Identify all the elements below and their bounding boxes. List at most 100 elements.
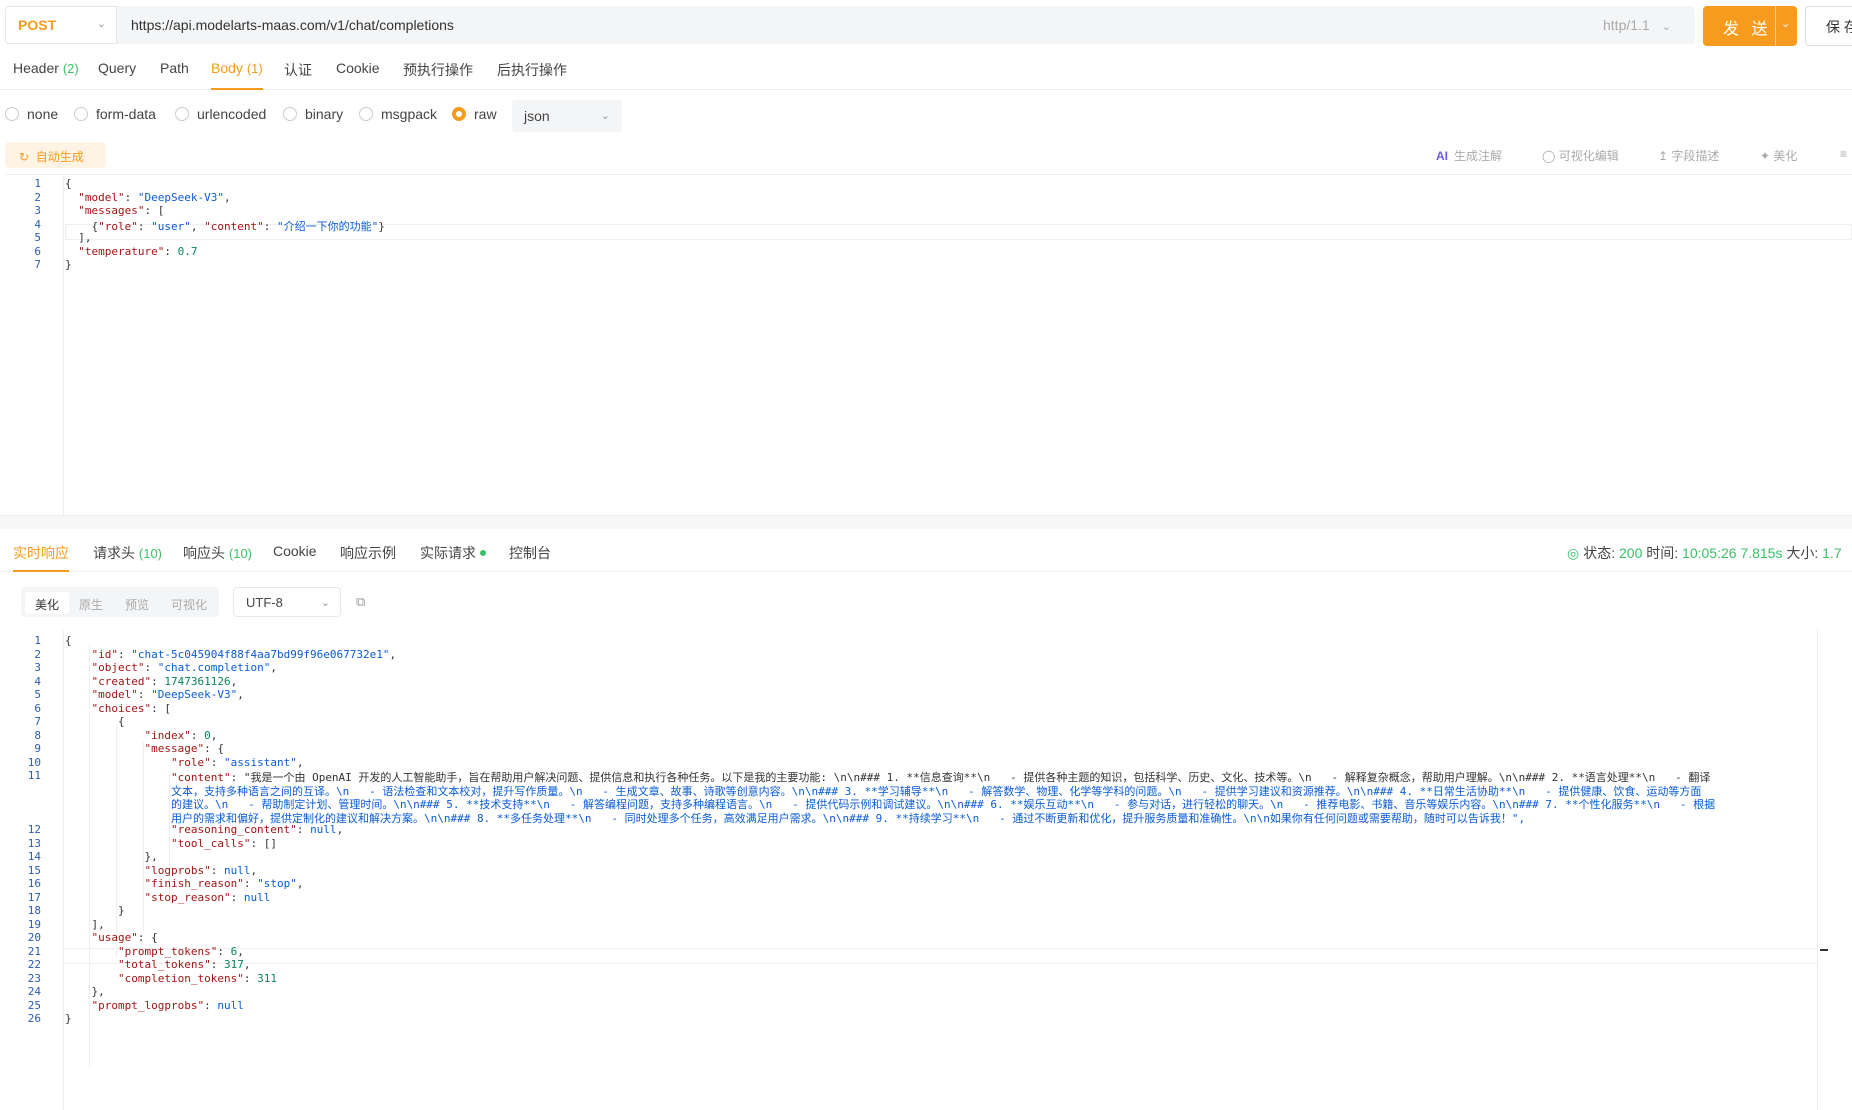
auto-generate-label: 自动生成 <box>35 150 84 164</box>
line-number: 21 <box>27 944 41 958</box>
method-label: POST <box>18 17 57 33</box>
send-button[interactable]: 发 送 ⌄ <box>1703 6 1797 46</box>
tab-count: (2) <box>62 61 79 76</box>
radio-label: raw <box>474 106 497 122</box>
beautify-button[interactable]: ✦ 美化 <box>1760 147 1797 164</box>
scrollbar-track[interactable] <box>1817 630 1818 1110</box>
code-line: "total_tokens": 317, <box>117 958 251 971</box>
tab-auth[interactable]: 认证 <box>284 60 312 90</box>
auto-generate-button[interactable]: ↻ 自动生成 <box>5 142 106 168</box>
tab-response-example[interactable]: 响应示例 <box>340 543 396 572</box>
code-line: "prompt_logprobs": null <box>91 998 244 1012</box>
radio-urlencoded[interactable]: urlencoded <box>175 106 266 122</box>
code-line: { <box>65 634 72 647</box>
tab-query[interactable]: Query <box>98 60 136 90</box>
visual-edit-button[interactable]: ◯ 可视化编辑 <box>1542 147 1619 164</box>
tab-label: Path <box>160 60 189 76</box>
tab-path[interactable]: Path <box>160 60 189 90</box>
tab-label: 实时响应 <box>13 545 69 561</box>
line-number: 5 <box>34 231 41 244</box>
code-line: "model": "DeepSeek-V3", <box>91 688 244 701</box>
panel-divider[interactable] <box>0 515 1852 529</box>
tab-header[interactable]: Header (2) <box>13 60 79 90</box>
tab-count: (10) <box>228 546 253 561</box>
view-preview[interactable]: 预览 <box>125 592 149 614</box>
code-line: { <box>65 715 125 728</box>
code-line: } <box>65 258 72 271</box>
line-number: 2 <box>34 647 41 661</box>
radio-form-data[interactable]: form-data <box>74 106 156 122</box>
http-version-select[interactable]: http/1.1 ⌄ <box>1603 17 1671 33</box>
view-visual[interactable]: 可视化 <box>171 592 207 614</box>
status-code: 200 <box>1619 545 1643 561</box>
tab-console[interactable]: 控制台 <box>509 543 551 572</box>
tab-cookie[interactable]: Cookie <box>336 60 380 90</box>
beautify-label: 美化 <box>1773 149 1798 163</box>
line-number: 17 <box>27 890 41 904</box>
tab-post-script[interactable]: 后执行操作 <box>497 60 567 90</box>
tab-label: Query <box>98 60 137 76</box>
more-icon[interactable]: ≡ <box>1840 147 1847 161</box>
ai-gen-comment-button[interactable]: AI 生成注解 <box>1436 147 1502 164</box>
body-format-select[interactable]: json ⌄ <box>512 100 622 132</box>
line-number: 3 <box>34 661 41 674</box>
line-number: 8 <box>34 728 41 742</box>
line-number: 11 <box>27 769 41 782</box>
radio-label: urlencoded <box>197 106 267 122</box>
radio-msgpack[interactable]: msgpack <box>359 106 437 122</box>
tab-label: 响应示例 <box>340 545 396 561</box>
line-number: 22 <box>27 958 41 971</box>
radio-circle <box>283 107 297 121</box>
tab-cookie[interactable]: Cookie <box>273 543 317 572</box>
code-line: "tool_calls": [] <box>170 836 277 850</box>
code-line: } <box>65 904 125 917</box>
tab-actual-request[interactable]: 实际请求 <box>420 543 486 572</box>
code-line: "prompt_tokens": 6, <box>117 944 244 958</box>
radio-binary[interactable]: binary <box>283 106 343 122</box>
encoding-select[interactable]: UTF-8 ⌄ <box>233 587 341 617</box>
chevron-down-icon: ⌄ <box>1661 21 1671 33</box>
line-number: 1 <box>34 634 41 647</box>
radio-circle <box>175 107 189 121</box>
radio-label: form-data <box>96 106 156 122</box>
tab-pre-script[interactable]: 预执行操作 <box>403 60 473 90</box>
url-input[interactable]: https://api.modelarts-maas.com/v1/chat/c… <box>131 17 454 33</box>
line-number: 6 <box>34 701 41 715</box>
tab-response-headers[interactable]: 响应头 (10) <box>183 543 252 572</box>
line-number: 7 <box>34 715 41 728</box>
tab-live-response[interactable]: 实时响应 <box>13 543 69 572</box>
radio-none[interactable]: none <box>5 106 58 122</box>
line-number: 26 <box>27 1012 41 1025</box>
view-raw[interactable]: 原生 <box>79 592 103 614</box>
response-status-bar: ◎ 状态: 200 时间: 10:05:26 7.815s 大小: 1.7 <box>1567 543 1842 563</box>
chevron-down-icon[interactable]: ⌄ <box>1781 17 1790 30</box>
tab-body[interactable]: Body (1) <box>211 60 263 90</box>
wand-icon: ✦ <box>1760 149 1771 163</box>
tab-label: 预执行操作 <box>403 62 473 78</box>
line-number: 3 <box>34 204 41 217</box>
code-line: }, <box>65 985 105 998</box>
field-desc-button[interactable]: ↥ 字段描述 <box>1658 147 1719 164</box>
field-desc-label: 字段描述 <box>1671 149 1720 163</box>
tab-request-headers[interactable]: 请求头 (10) <box>93 543 162 572</box>
line-number: 10 <box>27 755 41 769</box>
save-button[interactable]: 保 存 <box>1805 6 1852 46</box>
response-body-viewer[interactable]: 1 {2 "id": "chat-5c045904f88f4aa7bd99f96e… <box>5 630 1852 1110</box>
code-line: "completion_tokens": 311 <box>117 971 277 985</box>
code-line: "object": "chat.completion", <box>91 661 277 674</box>
view-beautify[interactable]: 美化 <box>25 592 70 614</box>
method-select[interactable]: POST ⌄ <box>5 6 117 44</box>
copy-icon[interactable]: ⧉ <box>356 594 370 609</box>
globe-icon: ◎ <box>1567 545 1580 561</box>
time-value: 10:05:26 <box>1682 545 1737 561</box>
status-dot <box>480 550 486 556</box>
code-line: { <box>65 177 72 190</box>
code-line: {"role": "user", "content": "介绍一下你的功能"} <box>65 219 385 233</box>
code-line: "id": "chat-5c045904f88f4aa7bd99f96e0677… <box>91 647 397 661</box>
radio-raw[interactable]: raw <box>452 106 497 122</box>
status-label: 状态: <box>1583 545 1616 561</box>
line-number: 4 <box>34 217 41 231</box>
code-line: "index": 0, <box>144 728 218 742</box>
request-body-editor[interactable]: 1 {2 "model": "DeepSeek-V3", 3 "messages":… <box>5 174 1852 516</box>
upload-icon: ↥ <box>1658 149 1669 163</box>
